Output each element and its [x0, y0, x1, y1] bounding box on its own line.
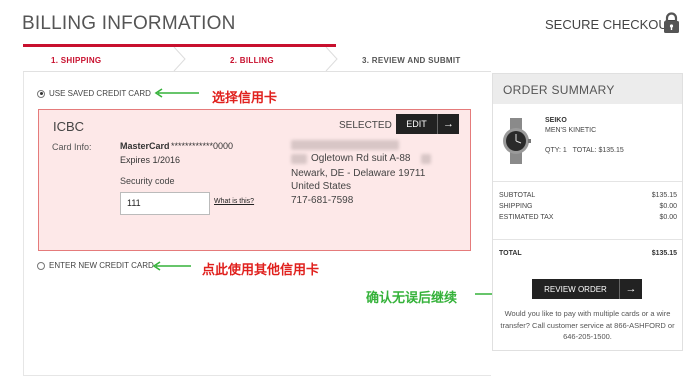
- card-type: MasterCard: [120, 141, 170, 151]
- lock-icon: [664, 12, 679, 33]
- saved-card-label[interactable]: USE SAVED CREDIT CARD: [49, 89, 151, 98]
- step-billing: 2. BILLING: [230, 56, 274, 65]
- arrow-right-icon[interactable]: →: [620, 279, 642, 299]
- address-country: United States: [291, 181, 352, 192]
- secure-checkout-label: SECURE CHECKOUT: [545, 17, 676, 32]
- arrow-left-icon: [154, 88, 199, 98]
- new-card-option[interactable]: ENTER NEW CREDIT CARD: [37, 261, 154, 270]
- step-shipping[interactable]: 1. SHIPPING: [51, 56, 101, 65]
- address-phone: 717-681-7598: [291, 195, 354, 206]
- arrow-left-icon: [152, 261, 191, 271]
- new-card-radio[interactable]: [37, 261, 45, 270]
- redacted-street-number: [291, 154, 307, 164]
- summary-row-tax: ESTIMATED TAX $0.00: [499, 214, 677, 221]
- order-summary-title: ORDER SUMMARY: [493, 74, 682, 104]
- annotation-choose-card: 选择信用卡: [212, 90, 278, 105]
- arrow-right-icon[interactable]: →: [438, 114, 459, 134]
- what-is-this-link[interactable]: What is this?: [214, 198, 254, 205]
- new-card-label[interactable]: ENTER NEW CREDIT CARD: [49, 261, 154, 270]
- security-code-input[interactable]: 111: [120, 192, 210, 215]
- edit-label[interactable]: EDIT: [396, 114, 438, 134]
- payment-help-text: Would you like to pay with multiple card…: [500, 309, 675, 341]
- saved-card-option[interactable]: USE SAVED CREDIT CARD: [37, 89, 151, 98]
- card-info-label: Card Info:: [52, 142, 92, 152]
- step-review: 3. REVIEW AND SUBMIT: [362, 56, 461, 65]
- card-number: ************0000: [171, 141, 234, 151]
- review-order-label[interactable]: REVIEW ORDER: [532, 279, 620, 299]
- product-image: [503, 118, 531, 164]
- security-code-label: Security code: [120, 176, 175, 186]
- page-title: BILLING INFORMATION: [22, 13, 236, 34]
- annotation-confirm-continue: 确认无误后继续: [366, 290, 458, 305]
- redacted-name: [291, 140, 399, 150]
- saved-card: ICBC SELECTED EDIT → Card Info: MasterCa…: [38, 109, 471, 251]
- saved-card-radio[interactable]: [37, 89, 45, 98]
- order-summary: ORDER SUMMARY SEIKO MEN'S KINETIC QTY: 1…: [492, 73, 683, 351]
- annotation-use-other-card: 点此使用其他信用卡: [202, 262, 320, 277]
- product-qty-total: QTY: 1 TOTAL: $135.15: [545, 147, 624, 154]
- summary-row-subtotal: SUBTOTAL $135.15: [499, 192, 677, 199]
- summary-row-total: TOTAL $135.15: [499, 250, 677, 257]
- review-order-button[interactable]: REVIEW ORDER →: [532, 279, 642, 299]
- divider: [493, 181, 682, 182]
- edit-card-button[interactable]: EDIT →: [396, 114, 459, 134]
- step-separator: [325, 47, 338, 71]
- address-line2: Newark, DE - Delaware 19711: [291, 168, 426, 179]
- step-separator: [173, 47, 186, 71]
- product-name: MEN'S KINETIC: [545, 127, 597, 134]
- card-expiry: Expires 1/2016: [120, 155, 181, 165]
- divider: [493, 239, 682, 240]
- address-line1: Ogletown Rd suit A-88: [311, 153, 411, 164]
- card-bank-name: ICBC: [53, 119, 85, 134]
- summary-row-shipping: SHIPPING $0.00: [499, 203, 677, 210]
- redacted-suite: [421, 154, 431, 164]
- product-brand: SEIKO: [545, 117, 567, 124]
- checkout-steps: 1. SHIPPING 2. BILLING 3. REVIEW AND SUB…: [23, 44, 491, 72]
- selected-badge: SELECTED: [339, 120, 392, 131]
